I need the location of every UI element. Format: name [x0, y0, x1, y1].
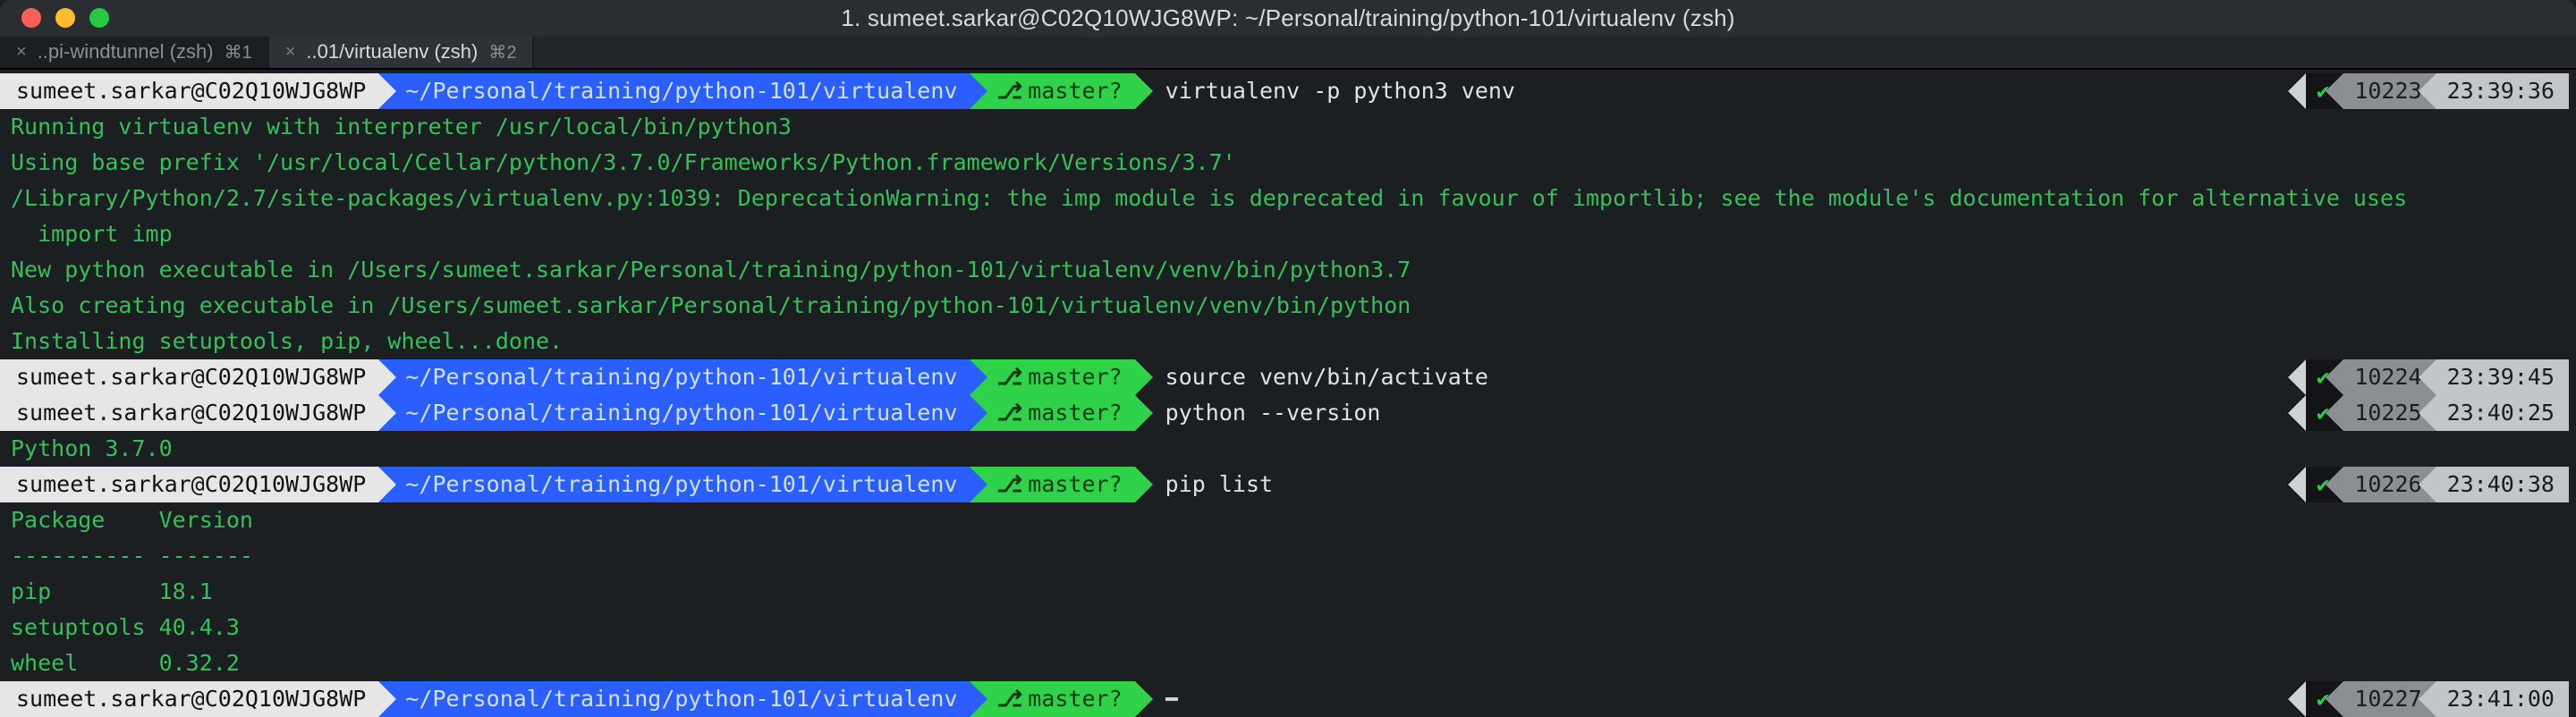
output-line: pip 18.1: [0, 574, 2576, 610]
prompt-user-segment: sumeet.sarkar@C02Q10WJG8WP: [0, 359, 378, 395]
output-line: wheel 0.32.2: [0, 645, 2576, 681]
time-segment: 23:40:25: [2436, 395, 2569, 431]
time-segment: 23:41:00: [2436, 681, 2569, 717]
output-line: Package Version: [0, 502, 2576, 538]
output-line: Also creating executable in /Users/sumee…: [0, 288, 2576, 324]
prompt-path-segment: ~/Personal/training/python-101/virtualen…: [378, 73, 970, 109]
tab-shortcut: ⌘1: [225, 41, 252, 63]
close-tab-icon[interactable]: ×: [16, 42, 27, 63]
tab-windtunnel[interactable]: × ..pi-windtunnel (zsh) ⌘1: [0, 37, 269, 68]
output-line: Python 3.7.0: [0, 431, 2576, 467]
time-segment: 23:39:45: [2436, 359, 2569, 395]
command-text: python --version: [1135, 395, 1381, 431]
prompt-row-current[interactable]: sumeet.sarkar@C02Q10WJG8WP ~/Personal/tr…: [0, 681, 2576, 717]
command-text: virtualenv -p python3 venv: [1135, 73, 1515, 109]
output-line: ---------- -------: [0, 538, 2576, 574]
prompt-path-segment: ~/Personal/training/python-101/virtualen…: [378, 681, 970, 717]
git-branch-icon: ⎇: [996, 359, 1022, 395]
time-segment: 23:39:36: [2436, 73, 2569, 109]
terminal-window: 1. sumeet.sarkar@C02Q10WJG8WP: ~/Persona…: [0, 0, 2576, 717]
git-branch-icon: ⎇: [996, 395, 1022, 431]
prompt-path-segment: ~/Personal/training/python-101/virtualen…: [378, 359, 970, 395]
time-segment: 23:40:38: [2436, 467, 2569, 502]
prompt-git-segment: ⎇master ?: [970, 359, 1134, 395]
output-line: Running virtualenv with interpreter /usr…: [0, 109, 2576, 145]
close-tab-icon[interactable]: ×: [285, 42, 296, 63]
prompt-path-segment: ~/Personal/training/python-101/virtualen…: [378, 467, 970, 502]
command-text: source venv/bin/activate: [1135, 359, 1488, 395]
tab-label: ..01/virtualenv (zsh): [306, 40, 478, 63]
output-line: /Library/Python/2.7/site-packages/virtua…: [0, 181, 2576, 216]
output-line: New python executable in /Users/sumeet.s…: [0, 252, 2576, 288]
git-branch-icon: ⎇: [996, 681, 1022, 717]
prompt-user-segment: sumeet.sarkar@C02Q10WJG8WP: [0, 395, 378, 431]
window-title: 1. sumeet.sarkar@C02Q10WJG8WP: ~/Persona…: [0, 4, 2576, 32]
tab-label: ..pi-windtunnel (zsh): [38, 40, 214, 63]
prompt-row: sumeet.sarkar@C02Q10WJG8WP ~/Personal/tr…: [0, 395, 2576, 431]
prompt-path-segment: ~/Personal/training/python-101/virtualen…: [378, 395, 970, 431]
output-line: Installing setuptools, pip, wheel...done…: [0, 324, 2576, 359]
prompt-user-segment: sumeet.sarkar@C02Q10WJG8WP: [0, 467, 378, 502]
output-line: Using base prefix '/usr/local/Cellar/pyt…: [0, 145, 2576, 181]
output-line: import imp: [0, 216, 2576, 252]
prompt-git-segment: ⎇master ?: [970, 467, 1134, 502]
prompt-git-segment: ⎇master ?: [970, 73, 1134, 109]
git-branch-icon: ⎇: [996, 73, 1022, 109]
cursor: [1165, 697, 1178, 701]
prompt-git-segment: ⎇master ?: [970, 681, 1134, 717]
prompt-row: sumeet.sarkar@C02Q10WJG8WP ~/Personal/tr…: [0, 467, 2576, 502]
titlebar: 1. sumeet.sarkar@C02Q10WJG8WP: ~/Persona…: [0, 0, 2576, 37]
output-line: setuptools 40.4.3: [0, 610, 2576, 645]
tab-virtualenv[interactable]: × ..01/virtualenv (zsh) ⌘2: [269, 37, 534, 68]
prompt-git-segment: ⎇master ?: [970, 395, 1134, 431]
prompt-user-segment: sumeet.sarkar@C02Q10WJG8WP: [0, 681, 378, 717]
command-text: pip list: [1135, 467, 1273, 502]
tab-shortcut: ⌘2: [488, 41, 516, 63]
terminal-body[interactable]: sumeet.sarkar@C02Q10WJG8WP ~/Personal/tr…: [0, 70, 2576, 717]
tab-bar: × ..pi-windtunnel (zsh) ⌘1 × ..01/virtua…: [0, 37, 2576, 70]
prompt-row: sumeet.sarkar@C02Q10WJG8WP ~/Personal/tr…: [0, 359, 2576, 395]
prompt-row: sumeet.sarkar@C02Q10WJG8WP ~/Personal/tr…: [0, 73, 2576, 109]
prompt-user-segment: sumeet.sarkar@C02Q10WJG8WP: [0, 73, 378, 109]
git-branch-icon: ⎇: [996, 467, 1022, 502]
